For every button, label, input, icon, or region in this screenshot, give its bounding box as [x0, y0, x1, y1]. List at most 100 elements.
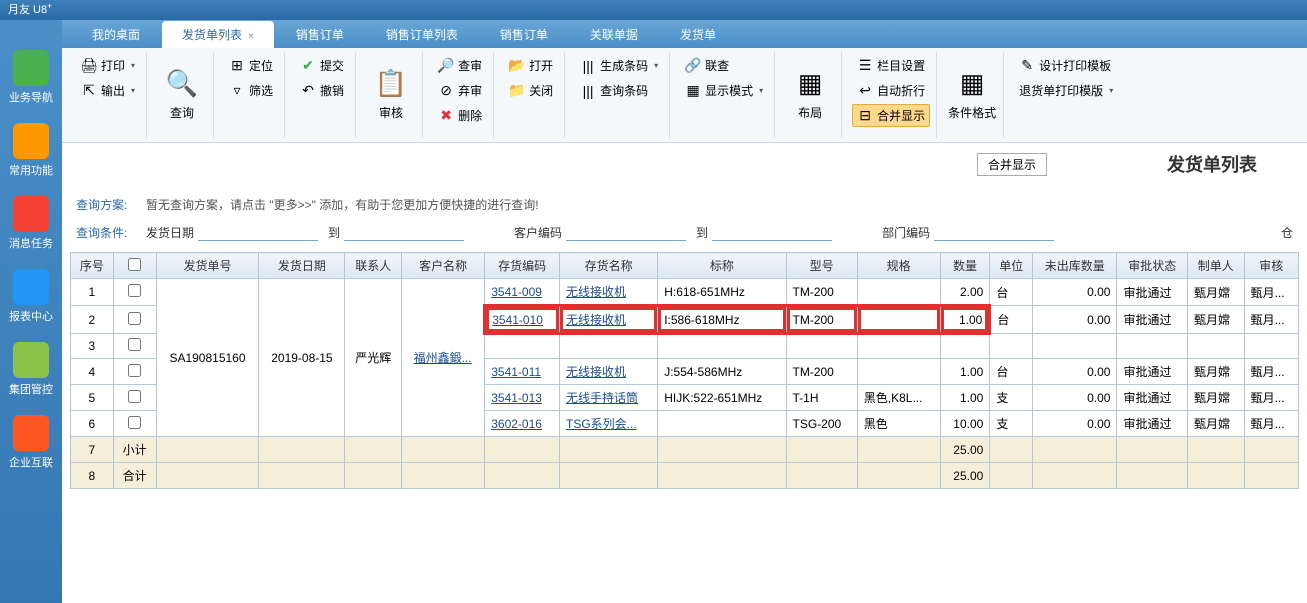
col-header[interactable]: 客户名称: [402, 253, 485, 279]
titlebar: 月友 U8+: [0, 0, 1307, 20]
dept-code-input[interactable]: [934, 223, 1054, 241]
cell: 无线手持话筒: [559, 385, 657, 411]
cell-link[interactable]: 无线手持话筒: [566, 391, 638, 405]
abandon-button[interactable]: ⊘弃审: [433, 79, 487, 102]
cell: 严光辉: [345, 279, 402, 437]
mergedisp-button[interactable]: ⊟合并显示: [852, 104, 930, 127]
cell: 审批通过: [1117, 411, 1187, 437]
output-button[interactable]: ⇱输出▾: [76, 79, 140, 102]
col-header[interactable]: [113, 253, 156, 279]
sidebar-item-4[interactable]: 集团管控: [9, 342, 53, 397]
cell-link[interactable]: 福州鑫鍛...: [414, 351, 472, 365]
print-button[interactable]: 🖨打印▾: [76, 54, 140, 77]
sidebar-item-2[interactable]: 消息任务: [9, 196, 53, 251]
row-checkbox[interactable]: [128, 416, 141, 429]
cell-link[interactable]: 3541-009: [491, 285, 542, 299]
col-header[interactable]: 序号: [71, 253, 114, 279]
cell: [1033, 437, 1117, 463]
tab-1[interactable]: 发货单列表×: [162, 21, 274, 48]
returnprint-button[interactable]: 退货单打印模版▾: [1014, 79, 1118, 102]
tab-4[interactable]: 销售订单: [480, 21, 568, 48]
col-header[interactable]: 数量: [940, 253, 990, 279]
tab-2[interactable]: 销售订单: [276, 21, 364, 48]
col-header[interactable]: 标称: [658, 253, 786, 279]
tab-6[interactable]: 发货单: [660, 21, 736, 48]
cell: [156, 437, 259, 463]
col-header[interactable]: 型号: [786, 253, 857, 279]
sidebar-item-0[interactable]: 业务导航: [9, 50, 53, 105]
gencode-button[interactable]: |||生成条码▾: [575, 54, 663, 77]
cell: [485, 437, 560, 463]
select-all-checkbox[interactable]: [128, 258, 141, 271]
col-header[interactable]: 制单人: [1187, 253, 1244, 279]
col-header[interactable]: 审批状态: [1117, 253, 1187, 279]
col-header[interactable]: 单位: [990, 253, 1033, 279]
sidebar-icon: [13, 269, 49, 305]
cancel-submit-button[interactable]: ↶撤销: [295, 79, 349, 102]
ship-date-to[interactable]: [344, 223, 464, 241]
designprint-button[interactable]: ✎设计打印模板: [1014, 54, 1118, 77]
cell-link[interactable]: 3541-010: [492, 313, 543, 327]
table-row[interactable]: 1SA1908151602019-08-15严光辉福州鑫鍛...3541-009…: [71, 279, 1299, 306]
ship-date-from[interactable]: [198, 223, 318, 241]
col-header[interactable]: 未出库数量: [1033, 253, 1117, 279]
data-grid[interactable]: 序号 发货单号发货日期联系人客户名称存货编码存货名称标称型号规格数量单位未出库数量…: [70, 252, 1299, 489]
close-button[interactable]: 📁关闭: [504, 79, 558, 102]
col-header[interactable]: 规格: [857, 253, 940, 279]
cell: 甄月嫦: [1187, 385, 1244, 411]
layout-button[interactable]: ▦布局: [785, 54, 835, 134]
linkquery-button[interactable]: 🔗联查: [680, 54, 768, 77]
funnel-icon: ▿: [229, 83, 245, 99]
tab-close-icon[interactable]: ×: [248, 31, 254, 42]
tab-5[interactable]: 关联单据: [570, 21, 658, 48]
row-checkbox[interactable]: [128, 364, 141, 377]
cell: 1.00: [940, 385, 990, 411]
cell-link[interactable]: 3541-013: [491, 391, 542, 405]
col-header[interactable]: 存货编码: [485, 253, 560, 279]
cust-code-to[interactable]: [712, 223, 832, 241]
tab-0[interactable]: 我的桌面: [72, 21, 160, 48]
check-button[interactable]: 🔎查审: [433, 54, 487, 77]
cell: 5: [71, 385, 114, 411]
cell: [113, 306, 156, 334]
row-checkbox[interactable]: [128, 338, 141, 351]
col-header[interactable]: 存货名称: [559, 253, 657, 279]
submit-button[interactable]: ✔提交: [295, 54, 349, 77]
row-checkbox[interactable]: [128, 390, 141, 403]
dispmode-button[interactable]: ▦显示模式▾: [680, 79, 768, 102]
row-checkbox[interactable]: [128, 312, 141, 325]
locate-button[interactable]: ⊞定位: [224, 54, 278, 77]
cell-link[interactable]: 无线接收机: [566, 285, 626, 299]
col-header[interactable]: 发货日期: [259, 253, 345, 279]
cell-link[interactable]: 3602-016: [491, 417, 542, 431]
condfmt-button[interactable]: ▦条件格式: [947, 54, 997, 134]
querycode-button[interactable]: |||查询条码: [575, 79, 663, 102]
tab-3[interactable]: 销售订单列表: [366, 21, 478, 48]
combine-display-box[interactable]: 合并显示: [977, 153, 1047, 176]
row-checkbox[interactable]: [128, 284, 141, 297]
sidebar-item-5[interactable]: 企业互联: [9, 415, 53, 470]
cell-link[interactable]: 无线接收机: [566, 313, 626, 327]
cust-code-from[interactable]: [566, 223, 686, 241]
page-title: 发货单列表: [1167, 151, 1257, 177]
autowrap-button[interactable]: ↩自动折行: [852, 79, 930, 102]
cell-link[interactable]: 3541-011: [491, 365, 541, 379]
query-button[interactable]: 🔍查询: [157, 54, 207, 134]
sidebar-item-3[interactable]: 报表中心: [9, 269, 53, 324]
filter-button[interactable]: ▿筛选: [224, 79, 278, 102]
cell: H:618-651MHz: [658, 279, 786, 306]
audit-button[interactable]: 📋审核: [366, 54, 416, 134]
open-button[interactable]: 📂打开: [504, 54, 558, 77]
cell: HIJK:522-651MHz: [658, 385, 786, 411]
col-header[interactable]: 联系人: [345, 253, 402, 279]
sidebar-item-1[interactable]: 常用功能: [9, 123, 53, 178]
delete-button[interactable]: ✖删除: [433, 104, 487, 127]
cell-link[interactable]: TSG系列会...: [566, 417, 637, 431]
cell: 3541-011: [485, 359, 560, 385]
col-header[interactable]: 发货单号: [156, 253, 259, 279]
col-header[interactable]: 审核: [1244, 253, 1298, 279]
colset-button[interactable]: ☰栏目设置: [852, 54, 930, 77]
cell: 2.00: [940, 279, 990, 306]
query-scheme-tip: 暂无查询方案，请点击 "更多>>" 添加，有助于您更加方便快捷的进行查询!: [146, 196, 539, 213]
cell-link[interactable]: 无线接收机: [566, 365, 626, 379]
